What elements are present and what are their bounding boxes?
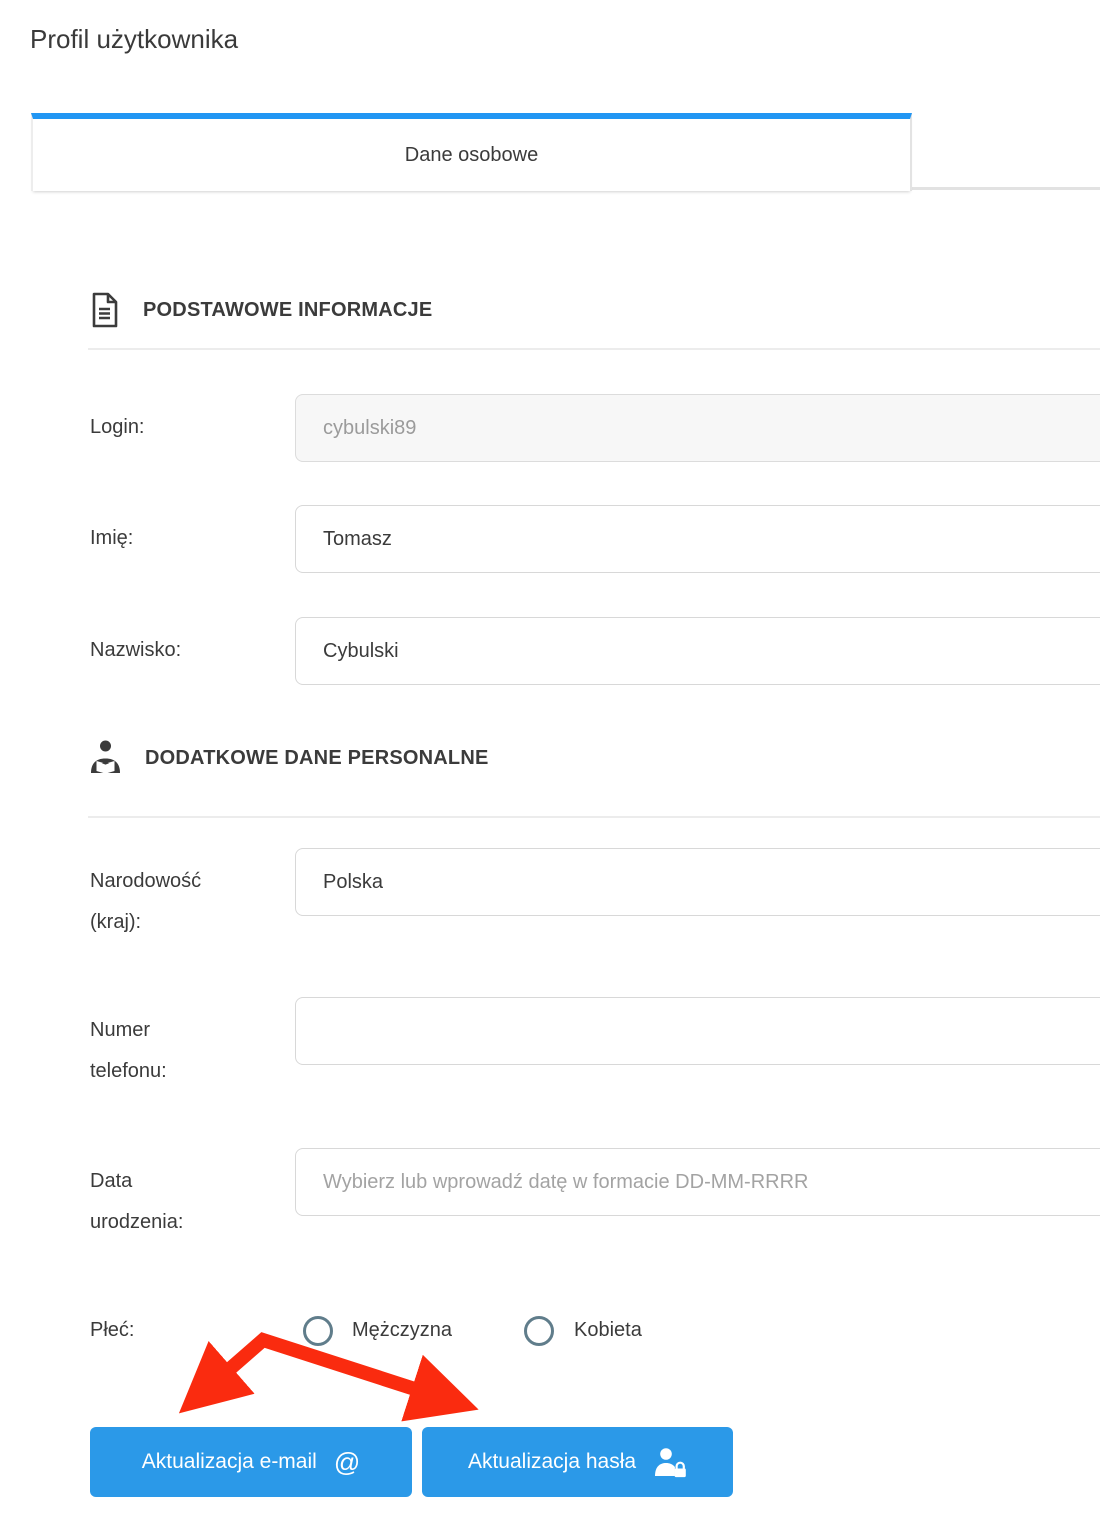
gender-option-male-label: Mężczyzna bbox=[352, 1310, 452, 1351]
section-divider bbox=[88, 348, 1100, 350]
update-password-label: Aktualizacja hasła bbox=[468, 1450, 636, 1474]
page-title: Profil użytkownika bbox=[30, 24, 238, 55]
nationality-input[interactable] bbox=[295, 848, 1100, 916]
nationality-label: Narodowość (kraj): bbox=[90, 861, 230, 943]
update-email-label: Aktualizacja e-mail bbox=[142, 1450, 317, 1474]
update-password-button[interactable]: Aktualizacja hasła bbox=[422, 1427, 733, 1497]
login-label: Login: bbox=[90, 407, 145, 448]
first-name-input[interactable] bbox=[295, 505, 1100, 573]
last-name-input[interactable] bbox=[295, 617, 1100, 685]
tab-dane-osobowe[interactable]: Dane osobowe bbox=[31, 113, 912, 191]
at-icon: @ bbox=[334, 1449, 360, 1475]
profile-page: Profil użytkownika Dane osobowe PODSTAWO… bbox=[0, 0, 1100, 1534]
document-icon bbox=[90, 292, 119, 328]
person-lock-icon bbox=[653, 1447, 687, 1478]
section-personal-data: DODATKOWE DANE PERSONALNE bbox=[90, 740, 489, 777]
gender-radio-female[interactable] bbox=[524, 1316, 554, 1346]
phone-label: Numer telefonu: bbox=[90, 1010, 230, 1092]
section-basic-info: PODSTAWOWE INFORMACJE bbox=[90, 292, 432, 328]
birth-date-label: Data urodzenia: bbox=[90, 1161, 230, 1243]
login-input[interactable] bbox=[295, 394, 1100, 462]
person-icon bbox=[90, 740, 121, 777]
gender-radio-male[interactable] bbox=[303, 1316, 333, 1346]
section-divider bbox=[88, 816, 1100, 818]
tab-label: Dane osobowe bbox=[405, 144, 538, 167]
section-title: PODSTAWOWE INFORMACJE bbox=[143, 299, 432, 322]
birth-date-input[interactable] bbox=[295, 1148, 1100, 1216]
gender-label: Płeć: bbox=[90, 1310, 134, 1351]
phone-input[interactable] bbox=[295, 997, 1100, 1065]
first-name-label: Imię: bbox=[90, 518, 133, 559]
tabbar bbox=[912, 113, 1100, 190]
last-name-label: Nazwisko: bbox=[90, 630, 181, 671]
gender-option-female-label: Kobieta bbox=[574, 1310, 642, 1351]
section-title: DODATKOWE DANE PERSONALNE bbox=[145, 747, 489, 770]
update-email-button[interactable]: Aktualizacja e-mail @ bbox=[90, 1427, 412, 1497]
